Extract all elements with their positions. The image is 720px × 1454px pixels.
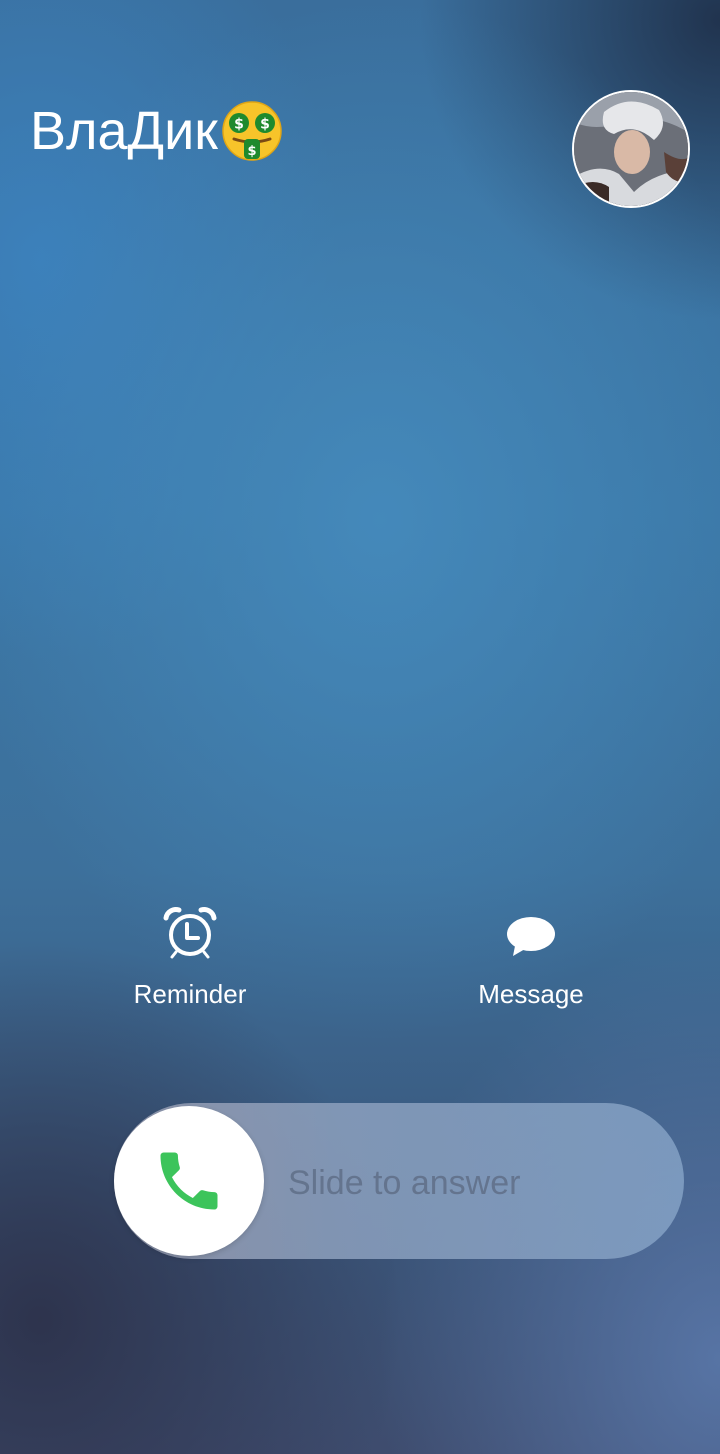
alarm-clock-icon <box>163 907 217 959</box>
reminder-label: Reminder <box>133 979 247 1009</box>
message-label: Message <box>478 979 584 1009</box>
reminder-button[interactable]: Reminder <box>90 904 290 1010</box>
caller-name-text: ВлаДик <box>30 101 218 161</box>
phone-icon <box>160 1152 218 1210</box>
answer-call-handle[interactable] <box>114 1106 264 1256</box>
message-button[interactable]: Message <box>431 904 631 1010</box>
svg-text:$: $ <box>247 144 256 159</box>
slide-to-answer-text: Slide to answer <box>288 1164 521 1202</box>
money-mouth-face-emoji-icon: $ $ $ <box>222 101 282 161</box>
caller-avatar <box>572 90 690 208</box>
incoming-call-screen: ВлаДик $ $ $ Reminder Message Slide to a… <box>0 0 720 1454</box>
caller-name: ВлаДик $ $ $ <box>30 98 284 164</box>
svg-text:$: $ <box>260 117 270 133</box>
speech-bubble-icon <box>507 917 555 956</box>
svg-text:$: $ <box>234 117 244 133</box>
contact-photo-icon <box>574 92 688 206</box>
